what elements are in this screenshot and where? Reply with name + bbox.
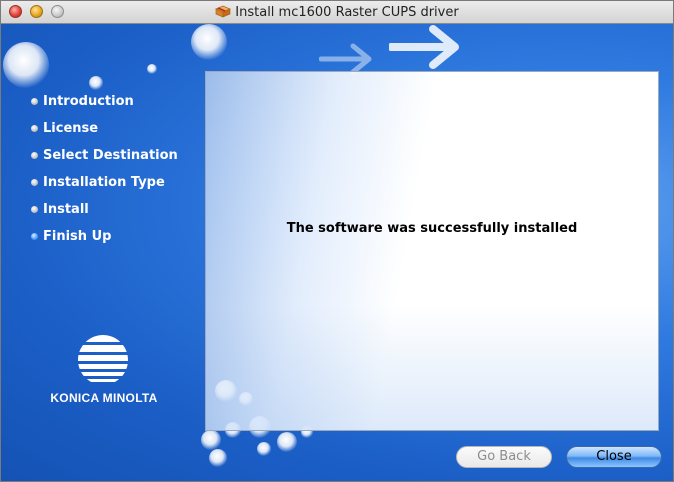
step-bullet-icon xyxy=(31,179,38,186)
decor-bubble xyxy=(257,442,271,456)
step-bullet-icon xyxy=(31,206,38,213)
konica-minolta-logo-icon xyxy=(78,335,128,382)
decor-bubble xyxy=(89,76,103,90)
content-panel: The software was successfully installed xyxy=(205,71,659,431)
step-introduction: Introduction xyxy=(31,94,178,121)
installer-window: Install mc1600 Raster CUPS driver Introd… xyxy=(0,0,674,482)
step-license: License xyxy=(31,121,178,148)
step-bullet-icon xyxy=(31,125,38,132)
step-select-destination: Select Destination xyxy=(31,148,178,175)
decor-bubble xyxy=(3,42,49,88)
step-current-bullet-icon xyxy=(31,233,38,240)
step-bullet-icon xyxy=(31,152,38,159)
package-installer-icon xyxy=(215,5,232,18)
step-label: Install xyxy=(43,202,89,217)
step-install: Install xyxy=(31,202,178,229)
step-finish-up: Finish Up xyxy=(31,229,178,256)
installer-content: Introduction License Select Destination … xyxy=(1,24,673,481)
step-label: Select Destination xyxy=(43,148,178,163)
installer-steps: Introduction License Select Destination … xyxy=(31,94,178,256)
go-back-button[interactable]: Go Back xyxy=(456,446,552,468)
decor-bubble xyxy=(147,64,157,74)
window-title: Install mc1600 Raster CUPS driver xyxy=(235,5,459,20)
step-installation-type: Installation Type xyxy=(31,175,178,202)
decor-bubble xyxy=(201,430,221,450)
decor-bubble xyxy=(209,449,227,467)
konica-minolta-logo-text: KONICA MINOLTA xyxy=(50,391,158,405)
close-button[interactable]: Close xyxy=(566,446,662,468)
success-message: The software was successfully installed xyxy=(286,221,578,236)
panel-shading xyxy=(206,72,658,430)
decor-arrow-icon xyxy=(389,25,459,69)
decor-bubble xyxy=(277,432,297,452)
decor-bubble xyxy=(191,24,227,60)
step-label: Introduction xyxy=(43,94,134,109)
title-bar[interactable]: Install mc1600 Raster CUPS driver xyxy=(1,1,673,24)
step-label: Finish Up xyxy=(43,229,112,244)
step-label: License xyxy=(43,121,99,136)
window-title-group: Install mc1600 Raster CUPS driver xyxy=(1,4,673,20)
step-bullet-icon xyxy=(31,98,38,105)
step-label: Installation Type xyxy=(43,175,165,190)
